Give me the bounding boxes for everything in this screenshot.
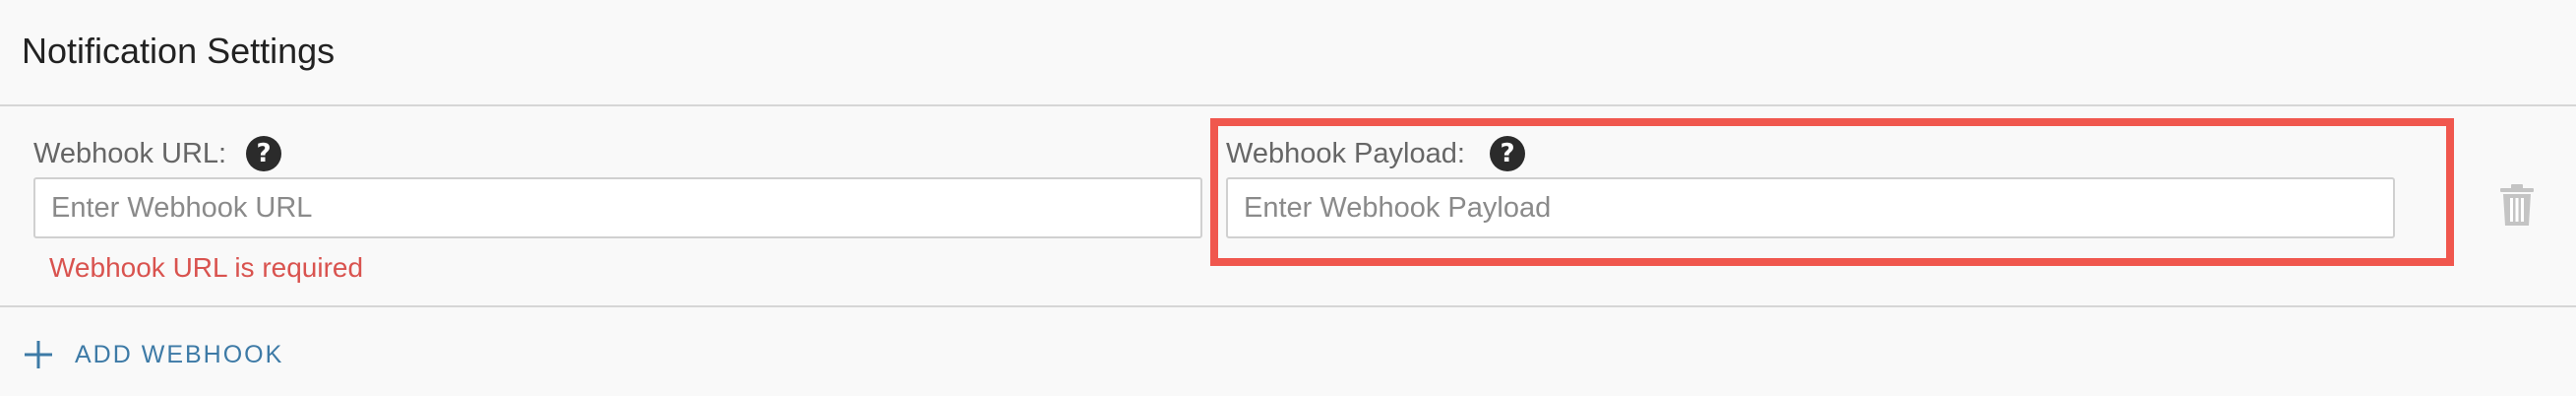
- webhook-payload-input[interactable]: [1226, 177, 2395, 238]
- notification-settings-page: Notification Settings Webhook URL: ? Web…: [0, 0, 2576, 396]
- add-webhook-label: ADD WEBHOOK: [75, 340, 284, 368]
- webhook-row: Webhook URL: ? Webhook URL is required W…: [0, 108, 2576, 307]
- settings-header: Notification Settings: [0, 0, 2576, 106]
- webhook-url-label: Webhook URL:: [33, 138, 227, 169]
- webhook-payload-label: Webhook Payload:: [1226, 138, 1465, 169]
- webhook-payload-help-icon[interactable]: ?: [1490, 136, 1525, 171]
- webhook-url-input[interactable]: [33, 177, 1202, 238]
- trash-icon[interactable]: [2497, 183, 2537, 227]
- page-title: Notification Settings: [22, 31, 336, 71]
- webhook-url-help-icon[interactable]: ?: [246, 136, 281, 171]
- add-webhook-button[interactable]: ADD WEBHOOK: [24, 337, 283, 372]
- webhook-url-error: Webhook URL is required: [49, 252, 364, 283]
- plus-icon: [25, 341, 52, 368]
